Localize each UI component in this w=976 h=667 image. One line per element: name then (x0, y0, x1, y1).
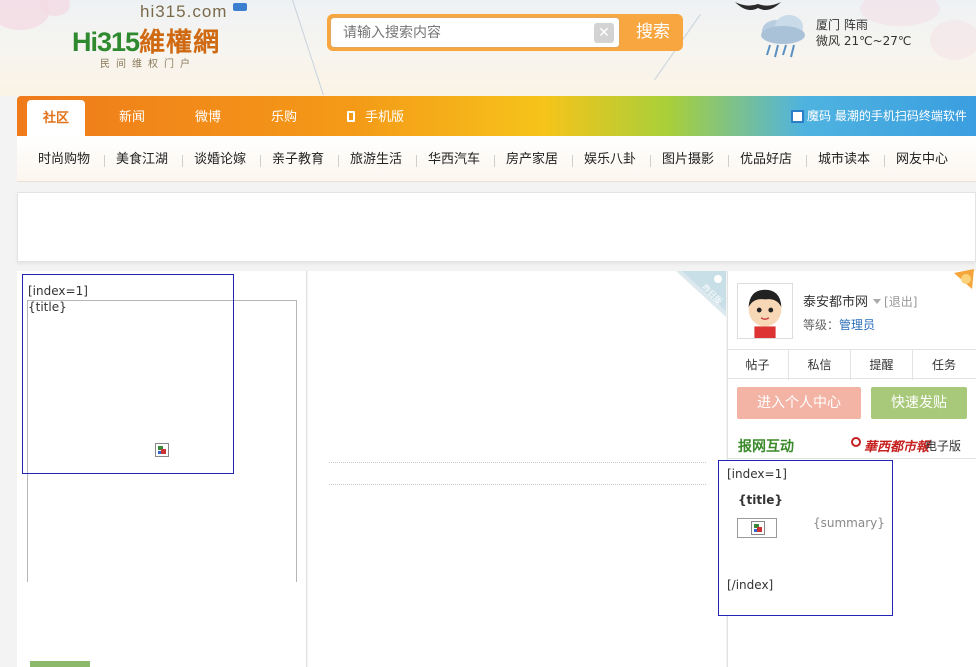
logout-link[interactable]: [退出] (884, 295, 917, 309)
user-level: 等级：管理员 (803, 316, 875, 333)
category-item[interactable]: 时尚购物 (38, 136, 90, 182)
divider (494, 155, 495, 167)
template-title-tag: {title} (28, 300, 67, 314)
username-text: 泰安都市网 (803, 295, 869, 310)
e-edition-link[interactable]: 电子版 (925, 437, 961, 454)
broken-image-icon (155, 443, 169, 457)
divider (884, 155, 885, 167)
category-item[interactable]: 城市读本 (818, 136, 870, 182)
phone-icon (347, 111, 355, 122)
category-item[interactable]: 亲子教育 (272, 136, 324, 182)
avatar[interactable] (737, 283, 793, 339)
search-input[interactable] (330, 17, 620, 48)
divider (104, 155, 105, 167)
weather-city: 厦门 阵雨 (816, 18, 868, 32)
template-index-tag: [index=1] (28, 284, 88, 298)
quick-post-button[interactable]: 快速发贴 (871, 387, 967, 419)
rain-cloud-icon (761, 15, 805, 58)
level-value[interactable]: 管理员 (839, 318, 875, 332)
chevron-down-icon[interactable] (873, 299, 882, 304)
logo-slogan: 民间维权门户 (100, 59, 196, 70)
nav-item-news[interactable]: 新闻 (119, 96, 145, 136)
broken-image-icon (751, 521, 765, 535)
main-nav: 社区 新闻 微博 乐购 手机版 魔码 最潮的手机扫码终端软件 (17, 96, 976, 136)
divider (329, 484, 706, 485)
newspaper-logo-icon (851, 437, 861, 447)
tab-reminders[interactable]: 提醒 (851, 350, 913, 380)
divider (338, 155, 339, 167)
nav-item-community[interactable]: 社区 (27, 100, 85, 136)
yesterday-edition-stamp[interactable]: 昨日版 (676, 271, 726, 317)
logo-domain[interactable]: hi315.com (140, 2, 248, 22)
template-title-tag: {title} (738, 493, 783, 507)
kite-string (292, 0, 324, 96)
logo-text: Hi315 (72, 27, 140, 57)
blossom-decoration (930, 20, 976, 60)
divider (728, 155, 729, 167)
category-item[interactable]: 图片摄影 (662, 136, 714, 182)
template-index-tag: [index=1] (727, 467, 787, 481)
category-item[interactable]: 娱乐八卦 (584, 136, 636, 182)
weather-detail: 微风 21℃~27℃ (816, 34, 912, 48)
mascot-icon (954, 269, 974, 289)
center-column (308, 271, 726, 667)
user-avatar-icon (738, 284, 792, 338)
nav-item-mobile-label: 手机版 (365, 110, 405, 125)
section-title-fragment (30, 661, 90, 667)
logo-tag-icon (233, 3, 248, 11)
nav-item-weibo[interactable]: 微博 (195, 96, 221, 136)
nav-item-mobile[interactable]: 手机版 (347, 96, 404, 136)
search-box: ✕ 搜索 (327, 14, 683, 51)
qr-code-icon (791, 110, 804, 123)
logo-cn-text: 維權網 (139, 27, 221, 57)
divider (182, 155, 183, 167)
tab-tasks[interactable]: 任务 (913, 350, 975, 380)
tab-messages[interactable]: 私信 (789, 350, 851, 380)
site-logo[interactable]: Hi315維權網 (72, 22, 220, 59)
category-item[interactable]: 谈婚论嫁 (194, 136, 246, 182)
divider (329, 462, 706, 463)
newspaper-name[interactable]: 華西都市報 (864, 436, 929, 455)
category-item[interactable]: 华西汽车 (428, 136, 480, 182)
qr-app-link[interactable]: 魔码 最潮的手机扫码终端软件 (807, 96, 967, 136)
search-button[interactable]: 搜索 (623, 14, 683, 51)
template-index-close-tag: [/index] (727, 578, 774, 592)
template-summary-tag: {summary} (813, 516, 885, 530)
divider (727, 458, 976, 459)
divider (572, 155, 573, 167)
divider (806, 155, 807, 167)
logo-domain-text: hi315.com (140, 2, 228, 21)
template-block (718, 460, 893, 616)
site-header: hi315.com Hi315維權網 民间维权门户 ✕ 搜索 厦门 阵雨 微风 … (0, 0, 976, 96)
category-nav: 时尚购物 美食江湖 谈婚论嫁 亲子教育 旅游生活 华西汽车 房产家居 娱乐八卦 … (17, 136, 976, 182)
category-item[interactable]: 美食江湖 (116, 136, 168, 182)
username[interactable]: 泰安都市网 [退出] (803, 291, 917, 310)
level-label: 等级： (803, 318, 840, 332)
personal-center-button[interactable]: 进入个人中心 (737, 387, 861, 419)
nav-item-shop[interactable]: 乐购 (271, 96, 297, 136)
divider (260, 155, 261, 167)
divider (650, 155, 651, 167)
clear-icon[interactable]: ✕ (594, 23, 614, 43)
category-item[interactable]: 优品好店 (740, 136, 792, 182)
section-title: 报网互动 (738, 439, 794, 455)
category-item[interactable]: 旅游生活 (350, 136, 402, 182)
category-item[interactable]: 房产家居 (506, 136, 558, 182)
weather-info: 厦门 阵雨 微风 21℃~27℃ (816, 17, 911, 49)
category-item[interactable]: 网友中心 (896, 136, 948, 182)
tab-posts[interactable]: 帖子 (727, 350, 789, 380)
user-tabs: 帖子 私信 提醒 任务 (727, 349, 976, 380)
ad-banner (17, 192, 976, 262)
divider (416, 155, 417, 167)
